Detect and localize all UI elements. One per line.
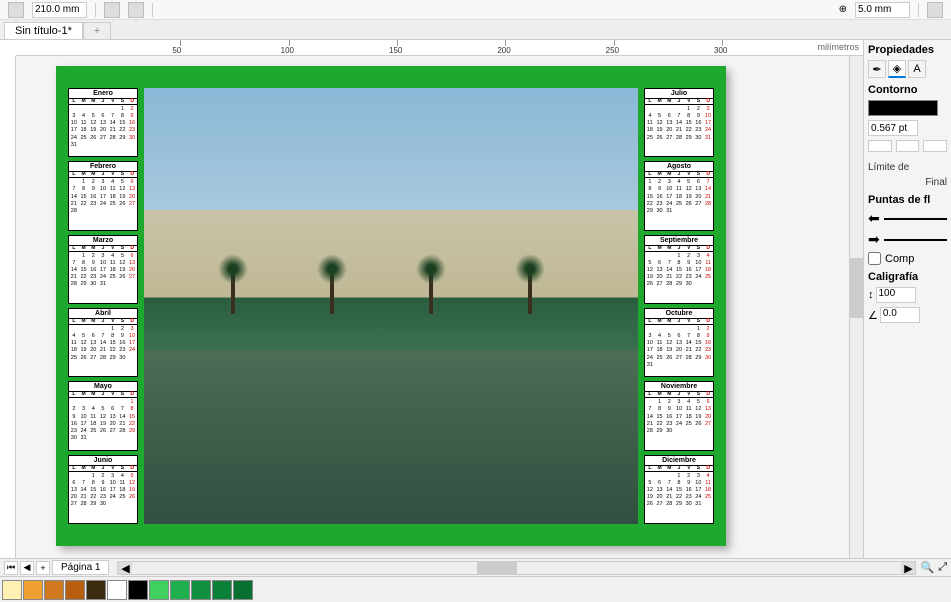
final-label: Final [868, 177, 947, 188]
color-palette [0, 576, 951, 602]
color-swatch[interactable] [65, 580, 85, 600]
document-tab[interactable]: Sin título-1* [4, 22, 83, 39]
landscape-photo [144, 88, 638, 524]
properties-panel: Propiedades ✒ ◈ A Contorno Límite de Fin… [863, 40, 951, 560]
color-swatch[interactable] [149, 580, 169, 600]
add-page-button[interactable]: + [36, 561, 50, 575]
calendar-month: AbrilLMMJVSD1234567891011121314151617181… [68, 308, 138, 377]
page-icon[interactable] [8, 2, 24, 18]
calendar-month: MarzoLMMJVSD1234567891011121314151617181… [68, 235, 138, 304]
end-arrow[interactable]: ➡ [868, 231, 947, 248]
scroll-right-button[interactable]: ▶ [901, 562, 915, 574]
stroke-width-field[interactable] [868, 120, 918, 136]
status-bar: ⏮ ◀ + Página 1 ◀ ▶ 🔍 ⤢ [0, 558, 951, 576]
color-swatch[interactable] [170, 580, 190, 600]
miter-label: Límite de [868, 162, 947, 173]
canvas-area: milímetros 50100150200250300 EneroLMMJVS… [0, 40, 863, 560]
document-tabs: Sin título-1* + [0, 20, 951, 40]
arrowheads-section: Puntas de fl [868, 194, 947, 206]
calendar-month: OctubreLMMJVSD12345678910111213141516171… [644, 308, 714, 377]
pen-tab-icon[interactable]: ✒ [868, 60, 886, 78]
ruler-horizontal[interactable]: milímetros 50100150200250300 [16, 40, 863, 56]
calendar-month: EneroLMMJVSD1234567891011121314151617181… [68, 88, 138, 157]
calendar-left-column: EneroLMMJVSD1234567891011121314151617181… [68, 88, 138, 524]
dash-style-3[interactable] [923, 140, 947, 152]
horizontal-scrollbar[interactable]: ◀ ▶ [117, 561, 916, 575]
color-swatch[interactable] [44, 580, 64, 600]
prev-page-button[interactable]: ◀ [20, 561, 34, 575]
calendar-month: JulioLMMJVSD1234567891011121314151617181… [644, 88, 714, 157]
text-tab-icon[interactable]: A [908, 60, 926, 78]
color-swatch[interactable] [233, 580, 253, 600]
calendar-month: AgostoLMMJVSD123456789101112131415161718… [644, 161, 714, 230]
zoom-icon[interactable]: 🔍 [920, 561, 934, 574]
color-swatch[interactable] [23, 580, 43, 600]
calendar-page[interactable]: EneroLMMJVSD1234567891011121314151617181… [56, 66, 726, 546]
calligraphy-stretch[interactable]: 100 [876, 287, 916, 303]
workspace: milímetros 50100150200250300 EneroLMMJVS… [0, 40, 951, 560]
share-checkbox[interactable]: Comp [868, 252, 947, 265]
page-navigator: ⏮ ◀ + Página 1 [0, 560, 113, 575]
ruler-units: milímetros [817, 42, 859, 52]
calligraphy-section: Caligrafía [868, 271, 947, 283]
start-arrow[interactable]: ⬅ [868, 210, 947, 227]
fill-tab-icon[interactable]: ◈ [888, 60, 906, 78]
color-swatch[interactable] [191, 580, 211, 600]
page-width-field[interactable] [32, 2, 87, 18]
color-swatch[interactable] [86, 580, 106, 600]
panel-title: Propiedades [868, 44, 947, 56]
color-swatch[interactable] [107, 580, 127, 600]
calendar-right-column: JulioLMMJVSD1234567891011121314151617181… [644, 88, 714, 524]
tool-icon-2[interactable] [128, 2, 144, 18]
tool-icon-3[interactable] [927, 2, 943, 18]
panel-tabs: ✒ ◈ A [868, 60, 947, 78]
calligraphy-angle[interactable]: 0.0 [880, 307, 920, 323]
calendar-month: MayoLMMJVSD12345678910111213141516171819… [68, 381, 138, 450]
top-toolbar: ⊕ [0, 0, 951, 20]
calendar-month: FebreroLMMJVSD12345678910111213141516171… [68, 161, 138, 230]
dash-style-2[interactable] [896, 140, 920, 152]
canvas[interactable]: EneroLMMJVSD1234567891011121314151617181… [16, 56, 863, 560]
expand-icon[interactable]: ⤢ [934, 561, 951, 574]
color-swatch[interactable] [128, 580, 148, 600]
page-tab[interactable]: Página 1 [52, 560, 109, 575]
calendar-month: DiciembreLMMJVSD123456789101112131415161… [644, 455, 714, 524]
calendar-month: SeptiembreLMMJVSD12345678910111213141516… [644, 235, 714, 304]
tool-icon[interactable] [104, 2, 120, 18]
calendar-month: JunioLMMJVSD1234567891011121314151617181… [68, 455, 138, 524]
color-swatch[interactable] [2, 580, 22, 600]
outline-color[interactable] [868, 100, 938, 116]
calendar-month: NoviembreLMMJVSD123456789101112131415161… [644, 381, 714, 450]
new-tab[interactable]: + [83, 22, 111, 39]
first-page-button[interactable]: ⏮ [4, 561, 18, 575]
color-swatch[interactable] [212, 580, 232, 600]
outline-section: Contorno [868, 84, 947, 96]
vertical-scrollbar[interactable] [849, 56, 863, 560]
tab-label: Sin título-1* [15, 25, 72, 37]
dash-style-1[interactable] [868, 140, 892, 152]
nudge-field[interactable] [855, 2, 910, 18]
ruler-vertical[interactable] [0, 56, 16, 560]
scroll-left-button[interactable]: ◀ [118, 562, 132, 574]
